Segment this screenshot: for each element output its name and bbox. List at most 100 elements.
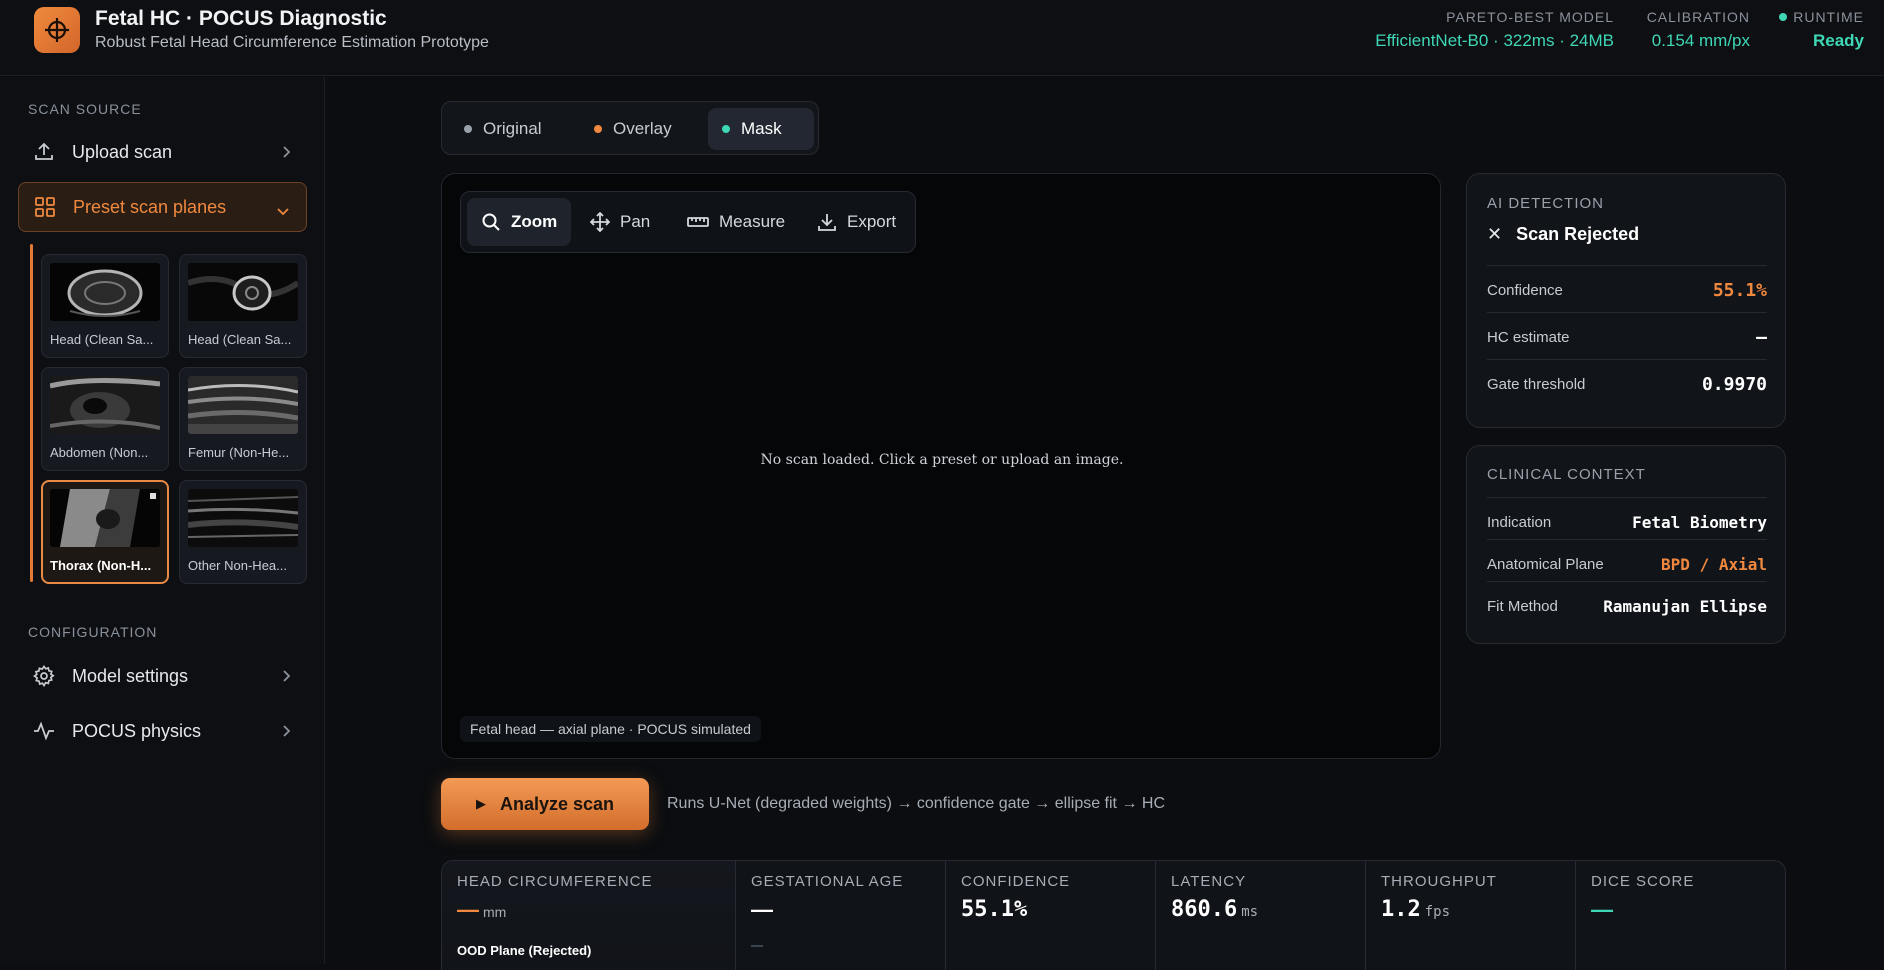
gate-threshold-row: Gate threshold 0.9970 — [1487, 359, 1767, 405]
download-icon — [817, 212, 837, 232]
chevron-right-icon — [281, 667, 291, 688]
metric-hc-value: — — [457, 897, 479, 922]
calibration-stat-label: CALIBRATION — [1646, 9, 1750, 25]
preset-thumb-abdomen[interactable]: Abdomen (Non... — [41, 367, 169, 471]
app-header: Fetal HC · POCUS Diagnostic Robust Fetal… — [0, 0, 1884, 76]
tab-original-label: Original — [483, 119, 542, 138]
calibration-stat: CALIBRATION 0.154 mm/px — [1647, 9, 1750, 51]
metric-confidence: CONFIDENCE 55.1% — [946, 861, 1156, 970]
tab-overlay[interactable]: Overlay — [580, 108, 686, 150]
upload-icon — [32, 140, 56, 164]
zoom-tool-button[interactable]: Zoom — [467, 198, 572, 246]
confidence-row: Confidence 55.1% — [1487, 265, 1767, 311]
scan-rejected-status: ✕ Scan Rejected — [1487, 224, 1639, 245]
model-settings-label: Model settings — [72, 665, 189, 686]
pipeline-description: Runs U-Net (degraded weights) → confiden… — [667, 795, 1165, 812]
configuration-label: CONFIGURATION — [28, 624, 158, 640]
model-stat: PARETO-BEST MODEL EfficientNet-B0 · 322m… — [1375, 9, 1614, 51]
metric-hc-status: OOD Plane (Rejected) — [457, 943, 592, 958]
preset-thumb-label: Abdomen (Non... — [50, 445, 149, 460]
metric-throughput-unit: fps — [1424, 904, 1451, 920]
metric-confidence-value: 55.1% — [961, 897, 1028, 922]
upload-scan-button[interactable]: Upload scan — [18, 127, 307, 177]
metric-hc-label: HEAD CIRCUMFERENCE — [457, 873, 653, 890]
chevron-right-icon — [281, 722, 291, 743]
tab-original[interactable]: Original — [450, 108, 556, 150]
export-tool-button[interactable]: Export — [803, 198, 910, 246]
model-stat-value: EfficientNet-B0 · 322ms · 24MB — [1375, 31, 1614, 50]
ruler-icon — [687, 212, 709, 232]
status-dot-icon — [1779, 13, 1788, 21]
hc-estimate-value: — — [1756, 327, 1767, 348]
femur-ultrasound-icon — [188, 376, 298, 434]
tab-mask-label: Mask — [741, 119, 782, 138]
runtime-stat: RUNTIME Ready — [1779, 9, 1864, 51]
empty-state-message: No scan loaded. Click a preset or upload… — [760, 452, 1124, 468]
pan-tool-label: Pan — [620, 212, 651, 231]
pocus-physics-label: POCUS physics — [72, 720, 202, 741]
metric-ga-label: GESTATIONAL AGE — [751, 873, 904, 890]
view-mode-tabs: Original Overlay Mask — [441, 101, 819, 155]
measure-tool-button[interactable]: Measure — [673, 198, 799, 246]
indication-value: Fetal Biometry — [1632, 513, 1767, 532]
fit-method-value: Ramanujan Ellipse — [1603, 597, 1767, 616]
indication-row: Indication Fetal Biometry — [1487, 497, 1767, 539]
preset-thumb-label: Head (Clean Sa... — [50, 332, 154, 347]
hc-estimate-label: HC estimate — [1487, 329, 1570, 346]
app-title: Fetal HC · POCUS Diagnostic — [95, 7, 387, 30]
metric-gestational-age: GESTATIONAL AGE — — [736, 861, 946, 970]
other-ultrasound-icon — [188, 489, 298, 547]
fit-method-label: Fit Method — [1487, 598, 1558, 615]
preset-scan-planes-label: Preset scan planes — [73, 196, 227, 217]
scan-rejected-label: Scan Rejected — [1516, 224, 1640, 244]
metric-dice-score: DICE SCORE — — [1576, 861, 1785, 970]
fetal-head-ultrasound-icon — [188, 263, 298, 321]
indication-label: Indication — [1487, 514, 1552, 531]
metric-throughput-value: 1.2 — [1381, 897, 1421, 922]
calibration-stat-value: 0.154 mm/px — [1651, 31, 1750, 50]
preset-thumb-head-1[interactable]: Head (Clean Sa... — [41, 254, 169, 358]
tab-mask[interactable]: Mask — [708, 108, 814, 150]
pan-tool-button[interactable]: Pan — [576, 198, 664, 246]
original-dot-icon — [464, 125, 472, 133]
chevron-down-icon — [276, 201, 290, 222]
anatomical-plane-row: Anatomical Plane BPD / Axial — [1487, 539, 1767, 581]
runtime-stat-value: Ready — [1812, 31, 1864, 50]
play-icon: ▶ — [475, 796, 486, 811]
app-logo — [34, 7, 80, 53]
preset-thumb-label: Head (Clean Sa... — [188, 332, 292, 347]
metric-dice-label: DICE SCORE — [1591, 873, 1695, 890]
zoom-tool-label: Zoom — [511, 212, 558, 231]
tab-overlay-label: Overlay — [613, 119, 672, 138]
metric-latency-label: LATENCY — [1171, 873, 1247, 890]
grid-icon — [33, 195, 57, 219]
preset-thumb-thorax[interactable]: Thorax (Non-H... — [41, 480, 169, 584]
preset-thumb-femur[interactable]: Femur (Non-He... — [179, 367, 307, 471]
metric-latency-value: 860.6 — [1171, 897, 1238, 922]
confidence-label: Confidence — [1487, 282, 1563, 299]
export-tool-label: Export — [847, 212, 897, 231]
search-icon — [481, 212, 501, 232]
gate-threshold-value: 0.9970 — [1701, 374, 1767, 395]
gear-icon — [32, 664, 56, 688]
metric-dice-value: — — [1591, 897, 1613, 922]
anatomical-plane-value: BPD / Axial — [1661, 555, 1767, 574]
scan-viewer[interactable]: Zoom Pan Measure Export No scan loaded. … — [441, 173, 1441, 759]
fetal-head-ultrasound-icon — [50, 263, 160, 321]
clinical-context-card: CLINICAL CONTEXT Indication Fetal Biomet… — [1466, 445, 1786, 644]
pulse-icon — [32, 719, 56, 743]
scan-source-label: SCAN SOURCE — [28, 101, 142, 117]
preset-thumb-other[interactable]: Other Non-Hea... — [179, 480, 307, 584]
metric-throughput: THROUGHPUT 1.2 fps — [1366, 861, 1576, 970]
chevron-right-icon — [281, 143, 291, 164]
model-stat-label: PARETO-BEST MODEL — [1446, 9, 1614, 25]
model-settings-button[interactable]: Model settings — [18, 651, 307, 701]
metric-throughput-label: THROUGHPUT — [1381, 873, 1497, 890]
scan-caption: Fetal head — axial plane · POCUS simulat… — [460, 716, 761, 742]
thorax-ultrasound-icon — [50, 489, 160, 547]
metric-confidence-label: CONFIDENCE — [961, 873, 1071, 890]
pocus-physics-button[interactable]: POCUS physics — [18, 706, 307, 756]
analyze-scan-button[interactable]: ▶ Analyze scan — [441, 778, 649, 830]
preset-scan-planes-button[interactable]: Preset scan planes — [18, 182, 307, 232]
preset-thumb-head-2[interactable]: Head (Clean Sa... — [179, 254, 307, 358]
